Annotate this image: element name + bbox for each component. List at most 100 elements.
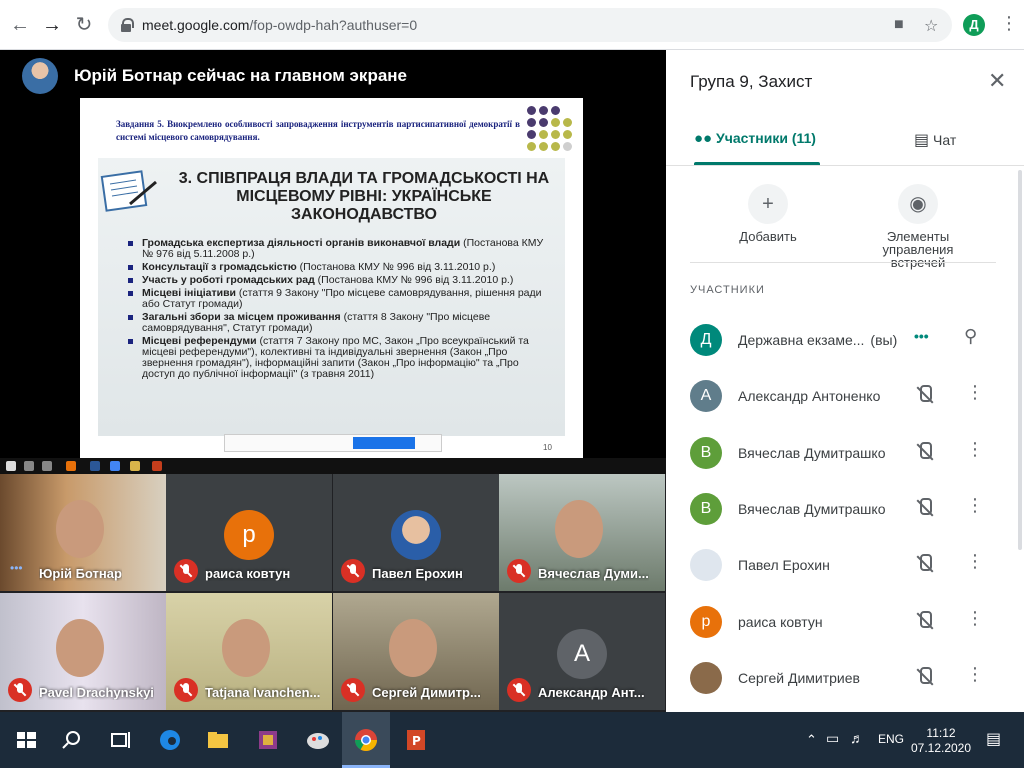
participant-name: Павел Ерохин xyxy=(738,557,830,573)
slide-number: 10 xyxy=(543,443,552,452)
volume-icon[interactable]: ♬ xyxy=(850,730,864,746)
more-options-icon[interactable]: ⋮ xyxy=(966,552,984,570)
participant-row[interactable]: В Вячеслав Думитрашко ⋮ xyxy=(666,481,1024,537)
more-options-icon[interactable]: ⋮ xyxy=(966,665,984,683)
mic-off-icon xyxy=(8,678,32,702)
url-host: meet.google.com xyxy=(142,17,250,33)
language-indicator[interactable]: ENG xyxy=(878,732,904,746)
participant-avatar: Д xyxy=(690,324,722,356)
menu-icon[interactable]: ⋮ xyxy=(1000,13,1018,34)
speaking-icon: ••• xyxy=(914,328,929,344)
slide-bullet: Участь у роботі громадських рад (Постано… xyxy=(126,275,546,286)
search-icon[interactable] xyxy=(58,726,86,754)
pin-icon[interactable]: ⚲ xyxy=(964,326,977,347)
video-tile[interactable]: ••• Юрій Ботнар xyxy=(0,474,166,591)
participant-name-text: Вячеслав Думитрашко xyxy=(738,500,886,517)
participant-row[interactable]: Д Державна екзаме... (вы) ••• ⚲ xyxy=(666,312,1024,368)
tile-name: Юрій Ботнар xyxy=(39,566,122,581)
document-pen-icon xyxy=(100,170,157,212)
more-options-icon[interactable]: ⋮ xyxy=(966,440,984,458)
mic-off-icon[interactable] xyxy=(914,384,934,406)
lock-icon xyxy=(121,18,134,32)
notifications-icon[interactable]: ▤ xyxy=(986,729,1001,749)
participant-avatar: В xyxy=(690,436,722,469)
address-bar[interactable]: meet.google.com/fop-owdp-hah?authuser=0 … xyxy=(108,8,952,42)
participant-avatar xyxy=(690,549,722,582)
chat-icon: ▤ xyxy=(914,132,930,149)
tray-chevron-icon[interactable]: ⌃ xyxy=(806,732,817,748)
video-tile[interactable]: А Александр Ант... xyxy=(499,593,665,710)
meeting-controls-button[interactable]: ◉ Элементы управления встречей xyxy=(858,184,978,269)
mic-off-icon xyxy=(341,678,365,702)
mic-off-icon[interactable] xyxy=(914,497,934,519)
participant-row[interactable]: В Вячеслав Думитрашко ⋮ xyxy=(666,425,1024,481)
participant-name: Вячеслав Думитрашко xyxy=(738,501,886,517)
network-icon[interactable]: ▭ xyxy=(826,730,839,747)
video-tile[interactable]: Вячеслав Думи... xyxy=(499,474,665,591)
participant-video xyxy=(56,619,104,677)
task-view-icon[interactable] xyxy=(106,726,134,754)
participant-avatar xyxy=(690,661,722,694)
video-tile[interactable]: Tatjana Ivanchen... xyxy=(166,593,332,710)
tile-name: Александр Ант... xyxy=(538,685,645,700)
video-tile[interactable]: Павел Ерохин xyxy=(333,474,499,591)
mic-off-icon[interactable] xyxy=(914,610,934,632)
tile-avatar: р xyxy=(224,510,274,560)
slide-bullet: Консультації з громадськістю (Постанова … xyxy=(126,262,546,273)
svg-text:P: P xyxy=(412,734,421,748)
mic-off-icon[interactable] xyxy=(914,666,934,688)
camera-icon[interactable]: ■ xyxy=(894,16,904,34)
mic-off-icon[interactable] xyxy=(914,441,934,463)
star-icon[interactable]: ☆ xyxy=(924,16,938,36)
video-tile[interactable]: Pavel Drachynskyi xyxy=(0,593,166,710)
winrar-icon[interactable] xyxy=(254,726,282,754)
edge-icon[interactable] xyxy=(156,726,184,754)
tile-name: Сергей Димитр... xyxy=(372,685,481,700)
add-person-icon: + xyxy=(748,184,788,224)
more-options-icon[interactable]: ⋮ xyxy=(966,609,984,627)
folder-icon[interactable] xyxy=(204,726,232,754)
mic-off-icon[interactable] xyxy=(914,553,934,575)
close-icon[interactable]: ✕ xyxy=(988,68,1006,94)
tile-avatar: А xyxy=(557,629,607,679)
participant-row[interactable]: Сергей Димитриев ⋮ xyxy=(666,650,1024,706)
participant-row[interactable]: А Александр Антоненко ⋮ xyxy=(666,368,1024,424)
slide-bullet: Місцеві референдуми (стаття 7 Закону про… xyxy=(126,336,546,380)
more-options-icon[interactable]: ⋮ xyxy=(966,496,984,514)
back-icon[interactable]: ← xyxy=(8,13,32,37)
panel-scrollbar[interactable] xyxy=(1018,170,1022,550)
clock[interactable]: 11:12 07.12.2020 xyxy=(906,726,976,756)
presenter-avatar xyxy=(22,58,58,94)
more-options-icon[interactable]: ⋮ xyxy=(966,383,984,401)
participants-heading: УЧАСТНИКИ xyxy=(690,284,765,296)
participant-name-text: раиса ковтун xyxy=(738,613,823,630)
forward-icon[interactable]: → xyxy=(40,13,64,37)
tile-name: Pavel Drachynskyi xyxy=(39,685,154,700)
reload-icon[interactable]: ↻ xyxy=(72,13,96,37)
participant-video xyxy=(222,619,270,677)
tab-participants-label: Участники (11) xyxy=(716,130,816,146)
video-tile[interactable]: Сергей Димитр... xyxy=(333,593,499,710)
powerpoint-icon[interactable]: P xyxy=(402,726,430,754)
mic-off-icon xyxy=(341,559,365,583)
video-tile[interactable]: р раиса ковтун xyxy=(166,474,332,591)
tile-name: Вячеслав Думи... xyxy=(538,566,649,581)
participant-row[interactable]: р раиса ковтун ⋮ xyxy=(666,594,1024,650)
add-people-button[interactable]: + Добавить xyxy=(708,184,828,243)
profile-avatar[interactable]: Д xyxy=(963,14,985,36)
slide-bullet-text: (Постанова КМУ № 996 від 3.11.2010 р.) xyxy=(296,261,496,273)
paint-icon[interactable] xyxy=(304,726,332,754)
participant-row[interactable]: Павел Ерохин ⋮ xyxy=(666,537,1024,593)
tile-photo xyxy=(391,510,441,560)
windows-start-icon[interactable] xyxy=(12,726,40,754)
participant-name: Александр Антоненко xyxy=(738,388,880,404)
people-icon: ●● xyxy=(694,130,713,147)
slide-heading: 3. СПІВПРАЦЯ ВЛАДИ ТА ГРОМАДСЬКОСТІ НА М… xyxy=(178,170,550,223)
slide-notification-bar xyxy=(224,434,442,452)
notification-button[interactable] xyxy=(353,437,415,449)
tab-participants[interactable]: ●● Участники (11) xyxy=(694,130,816,147)
slide-bullet: Місцеві ініціативи (стаття 9 Закону "Про… xyxy=(126,288,546,310)
chrome-icon[interactable] xyxy=(352,726,380,754)
participant-video xyxy=(555,500,603,558)
tab-chat[interactable]: ▤ Чат xyxy=(914,130,956,150)
